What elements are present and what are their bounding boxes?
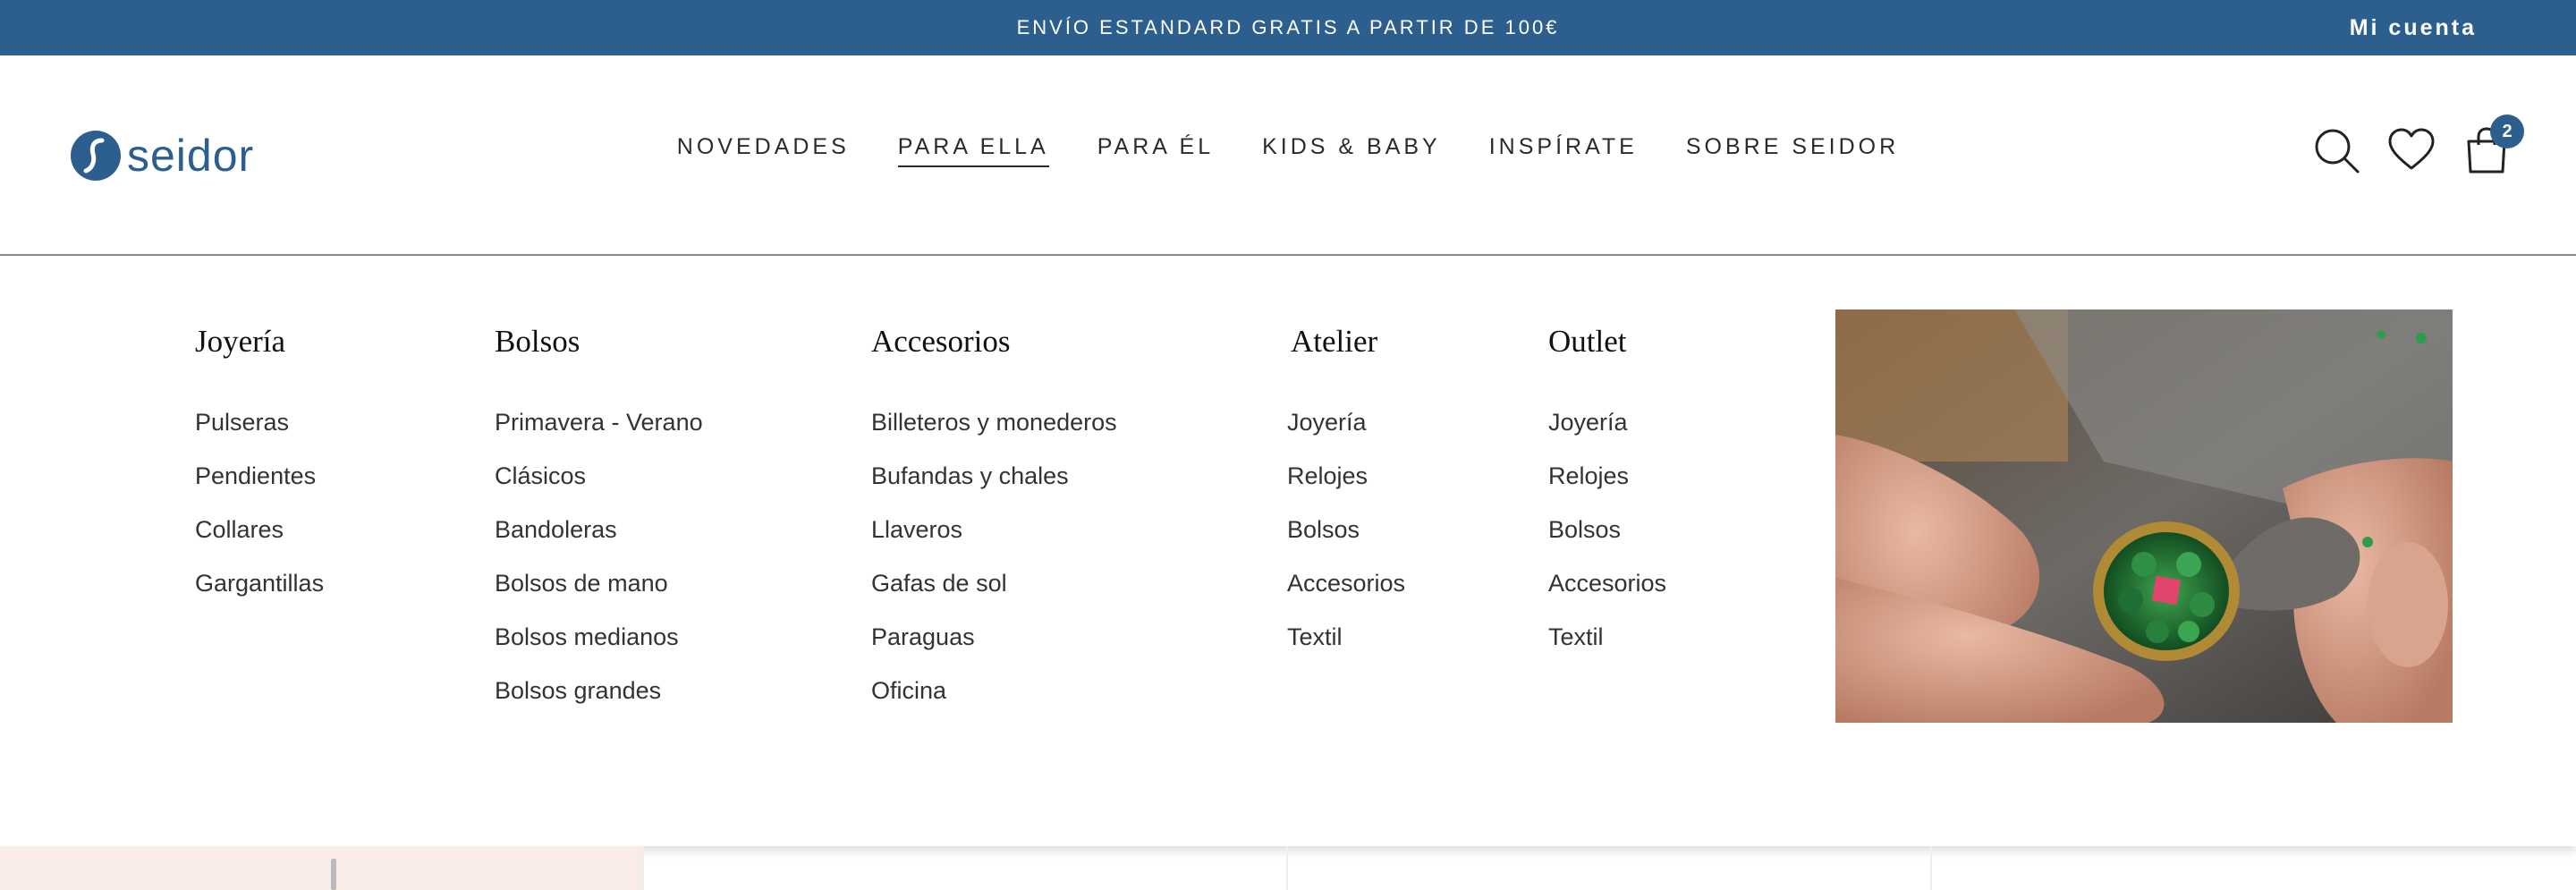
menu-heading[interactable]: Bolsos <box>495 324 703 360</box>
menu-link[interactable]: Collares <box>195 517 324 571</box>
menu-column-outlet: Outlet Joyería Relojes Bolsos Accesorios… <box>1548 324 1666 678</box>
tile-divider <box>1930 846 1932 890</box>
header-actions: 2 <box>2286 114 2524 175</box>
menu-column-accesorios: Accesorios Billeteros y monederos Bufand… <box>871 324 1117 732</box>
product-strip <box>0 846 2576 890</box>
search-icon[interactable] <box>2311 125 2361 175</box>
menu-link[interactable]: Bolsos <box>1287 517 1405 571</box>
main-navigation: NOVEDADES PARA ELLA PARA ÉL KIDS & BABY … <box>0 134 2576 167</box>
my-account-link[interactable]: Mi cuenta <box>2350 0 2477 55</box>
free-shipping-promo: ENVÍO ESTANDARD GRATIS A PARTIR DE 100€ <box>1016 16 1560 38</box>
menu-link[interactable]: Bolsos de mano <box>495 571 703 624</box>
cart-button[interactable]: 2 <box>2462 114 2524 175</box>
heart-icon[interactable] <box>2386 125 2436 175</box>
menu-link[interactable]: Paraguas <box>871 624 1117 678</box>
menu-link[interactable]: Billeteros y monederos <box>871 410 1117 463</box>
menu-link[interactable]: Joyería <box>1287 410 1405 463</box>
tile-divider <box>1286 846 1288 890</box>
cart-count-badge: 2 <box>2490 114 2524 148</box>
menu-link[interactable]: Relojes <box>1548 463 1666 517</box>
menu-link[interactable]: Oficina <box>871 678 1117 732</box>
menu-column-bolsos: Bolsos Primavera - Verano Clásicos Bando… <box>495 324 703 732</box>
menu-link[interactable]: Gargantillas <box>195 571 324 624</box>
menu-link[interactable]: Bolsos <box>1548 517 1666 571</box>
nav-item-kids-baby[interactable]: KIDS & BABY <box>1262 134 1441 167</box>
nav-item-novedades[interactable]: NOVEDADES <box>677 134 850 167</box>
menu-link[interactable]: Gafas de sol <box>871 571 1117 624</box>
menu-link[interactable]: Pendientes <box>195 463 324 517</box>
menu-link[interactable]: Primavera - Verano <box>495 410 703 463</box>
featured-ring-photo[interactable] <box>1835 309 2453 723</box>
menu-heading[interactable]: Accesorios <box>871 324 1117 360</box>
menu-link[interactable]: Textil <box>1548 624 1666 678</box>
menu-link[interactable]: Joyería <box>1548 410 1666 463</box>
announcement-bar: ENVÍO ESTANDARD GRATIS A PARTIR DE 100€ … <box>0 0 2576 55</box>
menu-link[interactable]: Llaveros <box>871 517 1117 571</box>
menu-link[interactable]: Clásicos <box>495 463 703 517</box>
menu-heading[interactable]: Outlet <box>1548 324 1666 360</box>
menu-link[interactable]: Relojes <box>1287 463 1405 517</box>
site-header: seidor NOVEDADES PARA ELLA PARA ÉL KIDS … <box>0 55 2576 256</box>
menu-link[interactable]: Pulseras <box>195 410 324 463</box>
menu-link[interactable]: Bolsos medianos <box>495 624 703 678</box>
menu-link[interactable]: Bufandas y chales <box>871 463 1117 517</box>
menu-heading[interactable]: Joyería <box>195 324 324 360</box>
mega-menu-para-ella: Joyería Pulseras Pendientes Collares Gar… <box>0 256 2576 846</box>
nav-item-inspirate[interactable]: INSPÍRATE <box>1489 134 1638 167</box>
product-tile-1[interactable] <box>0 846 642 890</box>
menu-link[interactable]: Bolsos grandes <box>495 678 703 732</box>
tile-divider <box>642 846 644 890</box>
ring-photo-illustration <box>1835 309 2453 723</box>
menu-column-joyeria: Joyería Pulseras Pendientes Collares Gar… <box>195 324 324 624</box>
menu-link[interactable]: Accesorios <box>1548 571 1666 624</box>
menu-link[interactable]: Accesorios <box>1287 571 1405 624</box>
nav-item-sobre-seidor[interactable]: SOBRE SEIDOR <box>1686 134 1899 167</box>
nav-item-para-el[interactable]: PARA ÉL <box>1097 134 1214 167</box>
menu-column-atelier: Atelier Joyería Relojes Bolsos Accesorio… <box>1287 324 1405 678</box>
menu-link[interactable]: Bandoleras <box>495 517 703 571</box>
menu-link[interactable]: Textil <box>1287 624 1405 678</box>
nav-item-para-ella[interactable]: PARA ELLA <box>897 134 1049 167</box>
product-image-fragment <box>331 859 336 890</box>
menu-heading[interactable]: Atelier <box>1291 324 1405 360</box>
